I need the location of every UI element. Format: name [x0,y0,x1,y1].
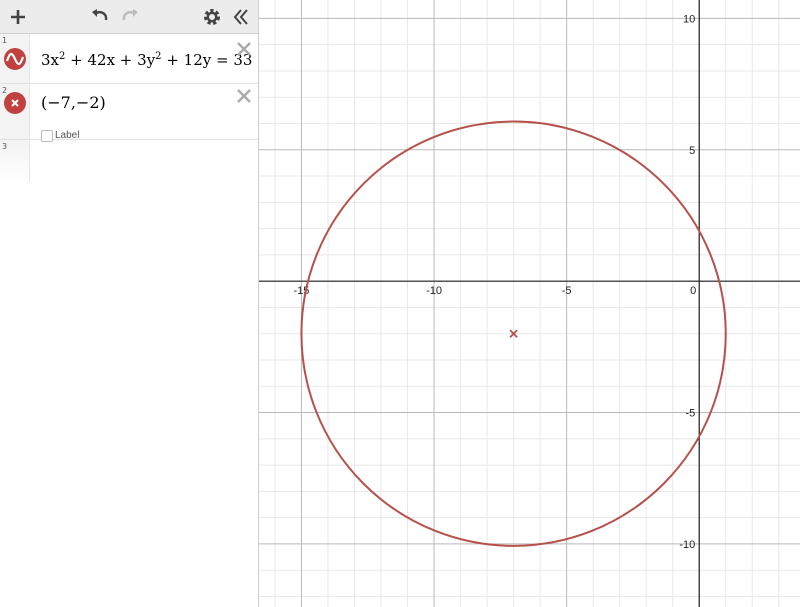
graph-canvas[interactable]: -15 -10 -5 0105-5-10 [259,0,800,607]
expression-gutter: 3 [0,140,30,182]
tick-labels: -15 -10 -5 0105-5-10 [293,13,696,551]
math-term: + 42x + 3y [65,51,156,69]
expression-panel: 1 3x2 + 42x + 3y2 + 12y = 33 2 (−7,−2) L… [0,0,259,607]
expression-toolbar [0,0,258,34]
delete-expression-icon[interactable] [236,41,252,57]
undo-icon[interactable] [88,5,112,29]
x-tick-label: -5 [562,285,572,297]
expression-row-1[interactable]: 1 3x2 + 42x + 3y2 + 12y = 33 [0,34,258,84]
expression-gutter: 1 [0,34,30,83]
expression-latex[interactable]: (−7,−2) [41,93,106,112]
delete-expression-icon[interactable] [236,88,252,104]
expression-row-3[interactable]: 3 [0,140,258,182]
minor-grid [259,0,800,607]
y-tick-label: 5 [689,145,695,157]
gear-icon[interactable] [200,5,224,29]
plus-icon[interactable] [6,5,30,29]
expression-latex[interactable]: 3x2 + 42x + 3y2 + 12y = 33 [41,51,252,69]
x-tick-label: -10 [426,285,442,297]
point-icon[interactable] [4,92,26,114]
expression-index: 3 [2,142,8,151]
math-term: 3x [41,51,60,69]
expression-index: 1 [2,36,8,45]
curve-icon[interactable] [4,48,26,70]
y-tick-label: -10 [679,539,695,551]
expression-gutter: 2 [0,84,30,139]
double-chevron-left-icon[interactable] [229,5,253,29]
major-grid [259,0,800,607]
x-tick-label: 0 [690,285,696,297]
y-tick-label: -5 [685,408,695,420]
expression-row-2[interactable]: 2 (−7,−2) Label [0,84,258,142]
label-toggle[interactable]: Label [41,125,79,142]
y-tick-label: 10 [683,13,695,25]
redo-icon[interactable] [118,5,142,29]
